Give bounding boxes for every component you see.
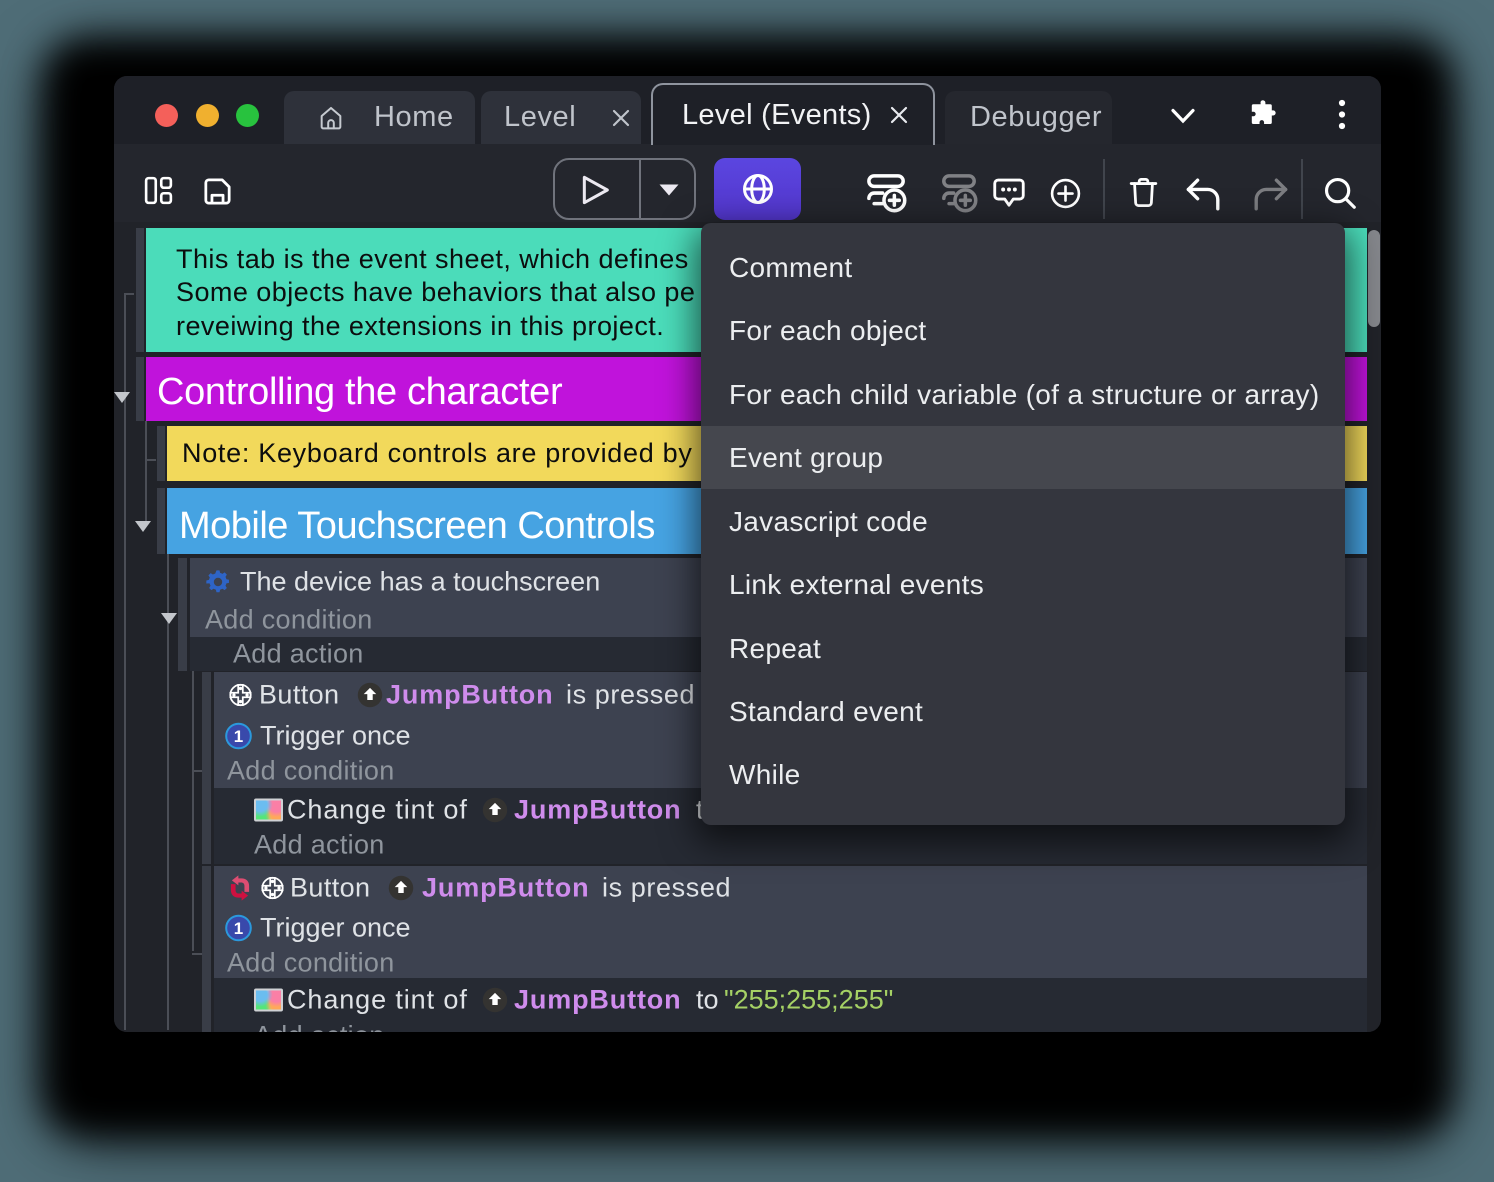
svg-text:1: 1 <box>234 727 243 746</box>
svg-text:1: 1 <box>234 919 243 938</box>
